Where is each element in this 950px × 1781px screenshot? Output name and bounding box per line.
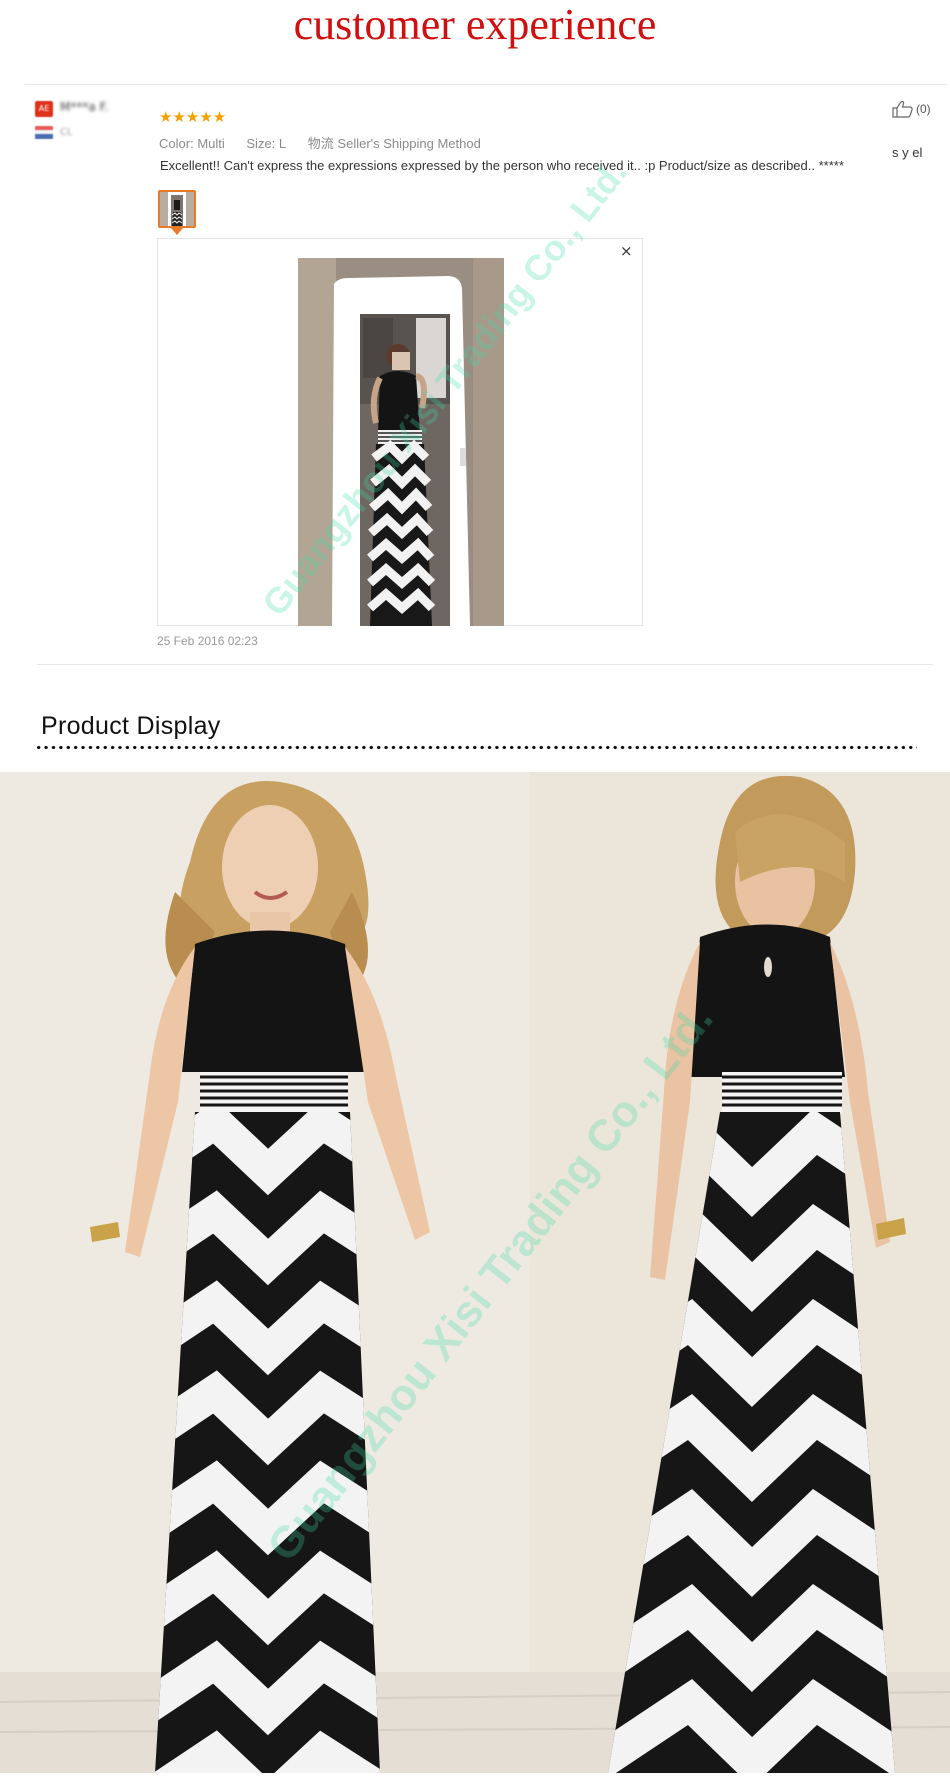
reviewer-name[interactable]: M***a F. [60,100,108,114]
size-value: L [278,136,287,151]
thumbnail-pointer [171,228,183,235]
dotted-divider [35,745,917,750]
banner-title: customer experience [293,0,657,49]
shipping-value: Seller's Shipping Method [337,136,481,151]
review-date: 25 Feb 2016 02:23 [157,634,258,648]
shipping-label: 物流 [307,136,334,151]
review-attributes: Color: Multi Size: L 物流 Seller's Shippin… [159,133,481,152]
reviewer-avatar: AE [35,101,53,117]
thumbs-up-icon [892,100,913,118]
color-label: Color: [159,136,194,151]
helpful-button[interactable]: (0) [892,100,931,118]
translation-snippet: s y el [892,145,923,160]
color-value: Multi [197,136,225,151]
review-text: Excellent!! Can't express the expression… [160,158,844,173]
rating-stars: ★★★★★ [159,108,227,126]
section-title: Product Display [41,712,221,740]
helpful-count: (0) [916,102,931,116]
divider [37,664,933,665]
reviewer-country: CL [60,127,73,138]
size-label: Size: [246,136,276,151]
review-photo-thumbnail[interactable] [158,190,196,228]
thumbnail-image [160,192,194,226]
country-flag-icon [35,126,53,139]
divider [25,84,947,85]
close-icon[interactable]: × [620,242,633,260]
